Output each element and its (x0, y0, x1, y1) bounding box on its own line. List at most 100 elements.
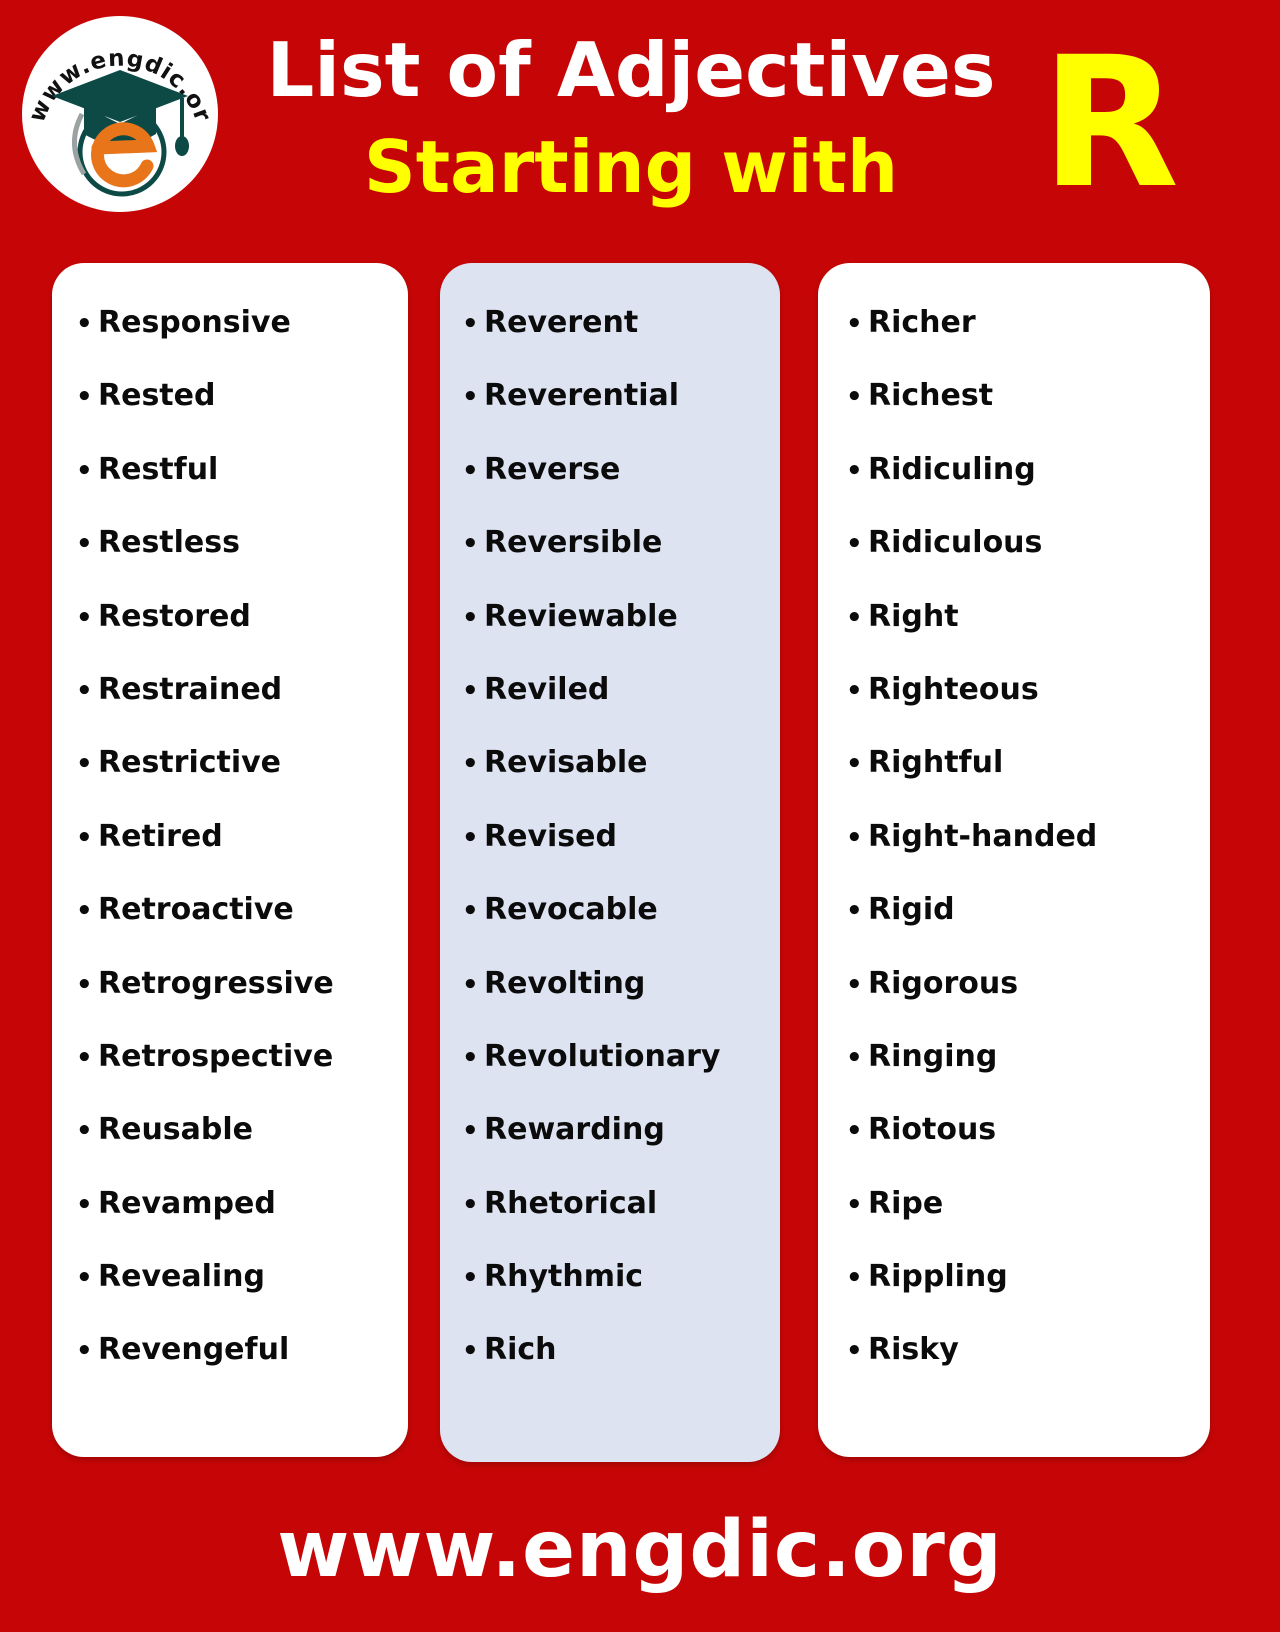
list-item[interactable]: • Reviewable (462, 599, 780, 672)
word-label: Righteous (868, 671, 1039, 707)
list-item[interactable]: • Reverential (462, 378, 780, 451)
list-item[interactable]: • Reusable (76, 1112, 408, 1185)
list-item[interactable]: • Retrogressive (76, 966, 408, 1039)
bullet-icon: • (846, 382, 863, 413)
bullet-icon: • (462, 1189, 479, 1220)
word-label: Revised (484, 818, 617, 854)
word-list-2: • Reverent • Reverential • Reverse • Reversi… (440, 305, 780, 1406)
page-title: List of Adjectives (266, 26, 996, 114)
list-item[interactable]: • Rhetorical (462, 1186, 780, 1259)
word-label: Rewarding (484, 1112, 665, 1148)
bullet-icon: • (76, 309, 93, 339)
list-item[interactable]: • Riotous (846, 1112, 1210, 1185)
engdic-logo[interactable]: www.engdic.org (22, 16, 218, 212)
word-label: Revocable (484, 892, 658, 928)
bullet-icon: • (462, 382, 479, 413)
list-item[interactable]: • Rewarding (462, 1112, 780, 1185)
list-item[interactable]: • Reverse (462, 452, 780, 525)
list-item[interactable]: • Retired (76, 819, 408, 892)
list-item[interactable]: • Rippling (846, 1259, 1210, 1332)
list-item[interactable]: • Rhythmic (462, 1259, 780, 1332)
word-label: Restrictive (98, 745, 282, 781)
list-item[interactable]: • Revolting (462, 966, 780, 1039)
list-item[interactable]: • Revealing (76, 1259, 408, 1332)
list-item[interactable]: • Rigid (846, 892, 1210, 965)
bullet-icon: • (76, 822, 93, 853)
bullet-icon: • (846, 675, 863, 706)
bullet-icon: • (76, 1336, 93, 1367)
list-item[interactable]: • Rightful (846, 745, 1210, 818)
list-item[interactable]: • Restored (76, 599, 408, 672)
word-card-1: • Responsive • Rested • Restful • Restless •… (52, 263, 408, 1457)
letter-badge: R (1040, 19, 1180, 228)
list-item[interactable]: • Restless (76, 525, 408, 598)
word-label: Revolting (484, 965, 646, 1001)
word-label: Reviled (484, 671, 610, 707)
word-label: Retroactive (98, 892, 294, 928)
word-columns: • Responsive • Rested • Restful • Restless •… (0, 263, 1280, 1463)
list-item[interactable]: • Richer (846, 305, 1210, 378)
word-label: Rippling (868, 1259, 1008, 1295)
word-label: Ridiculing (868, 451, 1036, 487)
list-item[interactable]: • Revengeful (76, 1332, 408, 1405)
footer-website-link[interactable]: www.engdic.org (277, 1505, 1002, 1595)
list-item[interactable]: • Right (846, 599, 1210, 672)
poster-title-block: List of Adjectives Starting with (236, 22, 1026, 216)
list-item[interactable]: • Right-handed (846, 819, 1210, 892)
bullet-icon: • (76, 529, 93, 560)
list-item[interactable]: • Restrictive (76, 745, 408, 818)
word-label: Right-handed (868, 818, 1098, 854)
list-item[interactable]: • Ripe (846, 1186, 1210, 1259)
list-item[interactable]: • Revamped (76, 1186, 408, 1259)
bullet-icon: • (462, 1336, 479, 1367)
bullet-icon: • (76, 455, 93, 486)
list-item[interactable]: • Reviled (462, 672, 780, 745)
list-item[interactable]: • Rested (76, 378, 408, 451)
bullet-icon: • (462, 822, 479, 853)
bullet-icon: • (462, 675, 479, 706)
bullet-icon: • (462, 969, 479, 1000)
list-item[interactable]: • Restful (76, 452, 408, 525)
list-item[interactable]: • Revised (462, 819, 780, 892)
list-item[interactable]: • Revisable (462, 745, 780, 818)
word-label: Retrospective (98, 1038, 334, 1074)
list-item[interactable]: • Ridiculing (846, 452, 1210, 525)
list-item[interactable]: • Righteous (846, 672, 1210, 745)
word-label: Right (868, 598, 959, 634)
bullet-icon: • (846, 1336, 863, 1367)
word-label: Reversible (484, 525, 663, 561)
list-item[interactable]: • Retroactive (76, 892, 408, 965)
list-item[interactable]: • Restrained (76, 672, 408, 745)
bullet-icon: • (462, 529, 479, 560)
list-item[interactable]: • Richest (846, 378, 1210, 451)
list-item[interactable]: • Ridiculous (846, 525, 1210, 598)
bullet-icon: • (76, 1042, 93, 1073)
bullet-icon: • (462, 749, 479, 780)
list-item[interactable]: • Reversible (462, 525, 780, 598)
bullet-icon: • (76, 602, 93, 633)
bullet-icon: • (846, 749, 863, 780)
word-card-2: • Reverent • Reverential • Reverse • Reversi… (440, 263, 780, 1462)
list-item[interactable]: • Retrospective (76, 1039, 408, 1112)
word-label: Revisable (484, 745, 648, 781)
list-item[interactable]: • Responsive (76, 305, 408, 378)
list-item[interactable]: • Rich (462, 1332, 780, 1405)
bullet-icon: • (76, 969, 93, 1000)
bullet-icon: • (846, 455, 863, 486)
list-item[interactable]: • Reverent (462, 305, 780, 378)
list-item[interactable]: • Revolutionary (462, 1039, 780, 1112)
list-item[interactable]: • Risky (846, 1332, 1210, 1405)
list-item[interactable]: • Ringing (846, 1039, 1210, 1112)
word-label: Retired (98, 818, 223, 854)
word-label: Richest (868, 378, 994, 414)
word-label: Riotous (868, 1112, 997, 1148)
letter-e-monogram (77, 107, 167, 197)
word-label: Revamped (98, 1185, 276, 1221)
word-label: Responsive (98, 305, 291, 340)
list-item[interactable]: • Rigorous (846, 966, 1210, 1039)
list-item[interactable]: • Revocable (462, 892, 780, 965)
word-label: Rich (484, 1332, 557, 1368)
word-label: Rested (98, 378, 216, 414)
bullet-icon: • (846, 1116, 863, 1147)
word-label: Ridiculous (868, 525, 1043, 561)
